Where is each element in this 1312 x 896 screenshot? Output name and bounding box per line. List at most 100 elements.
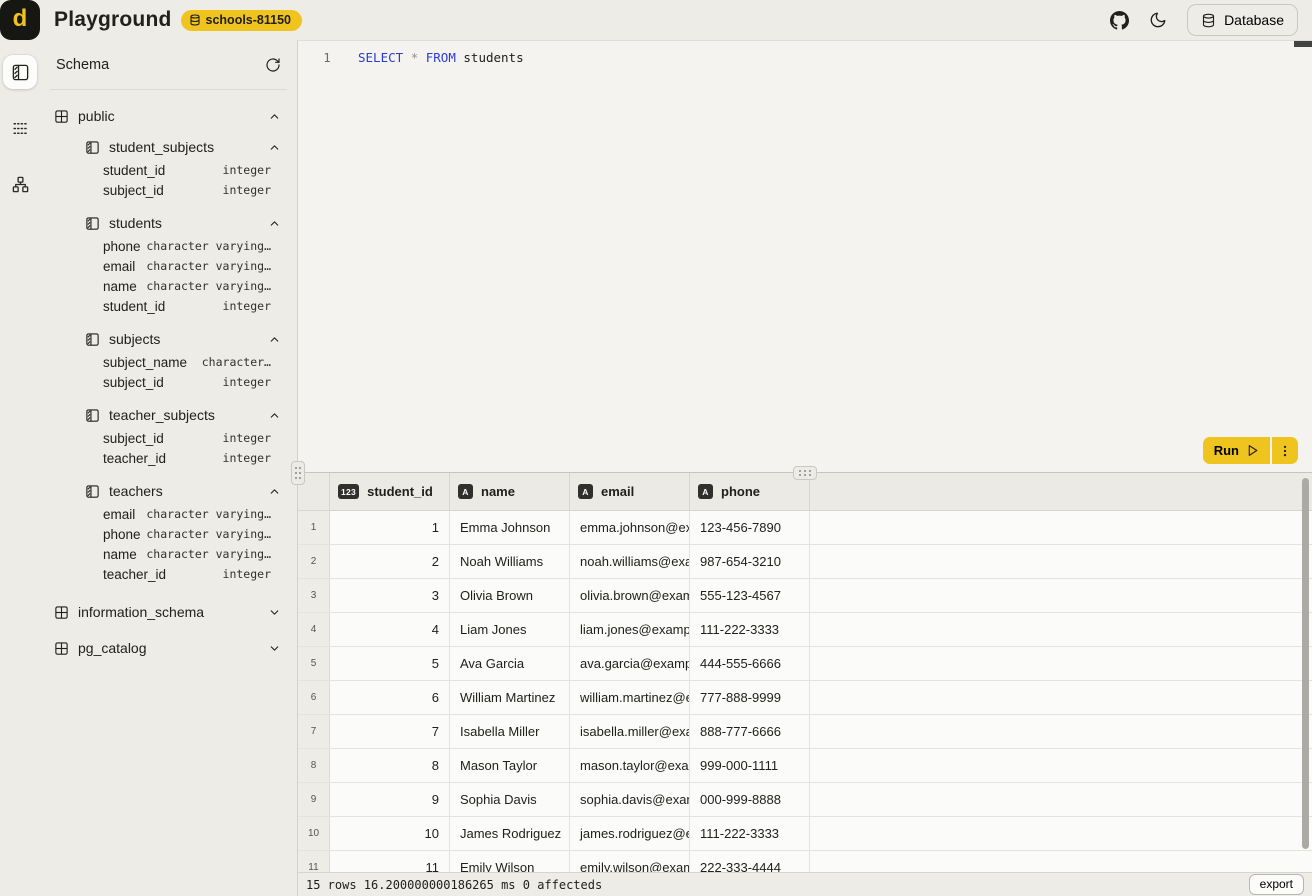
cell-name[interactable]: Emily Wilson — [450, 851, 570, 872]
column-header-name[interactable]: Aname — [450, 473, 570, 510]
cell-student-id[interactable]: 2 — [330, 545, 450, 578]
cell-phone[interactable]: 123-456-7890 — [690, 511, 810, 544]
column-type: integer — [223, 375, 271, 389]
table-item-student_subjects[interactable]: student_subjects — [44, 134, 287, 160]
cell-email[interactable]: ava.garcia@example.com — [570, 647, 690, 680]
cell-phone[interactable]: 777-888-9999 — [690, 681, 810, 714]
table-icon — [85, 140, 100, 155]
column-header-student_id[interactable]: 123student_id — [330, 473, 450, 510]
cell-phone[interactable]: 111-222-3333 — [690, 817, 810, 850]
cell-student-id[interactable]: 8 — [330, 749, 450, 782]
cell-email[interactable]: noah.williams@example.com — [570, 545, 690, 578]
row-number-cell[interactable]: 8 — [298, 749, 330, 782]
row-number-cell[interactable]: 4 — [298, 613, 330, 646]
row-number-cell[interactable]: 1 — [298, 511, 330, 544]
database-badge[interactable]: schools-81150 — [181, 10, 302, 31]
row-number-cell[interactable]: 2 — [298, 545, 330, 578]
sidebar-splitter-handle[interactable] — [291, 461, 305, 485]
row-number-cell[interactable]: 3 — [298, 579, 330, 612]
run-button[interactable]: Run — [1203, 437, 1270, 464]
cell-student-id[interactable]: 6 — [330, 681, 450, 714]
cell-email[interactable]: sophia.davis@example.com — [570, 783, 690, 816]
run-options-button[interactable] — [1272, 437, 1298, 464]
results-body: 11Emma Johnsonemma.johnson@example.com12… — [298, 511, 1312, 872]
list-view-button[interactable] — [3, 111, 37, 145]
table-icon — [85, 140, 100, 155]
cell-name[interactable]: Liam Jones — [450, 613, 570, 646]
cell-name[interactable]: Emma Johnson — [450, 511, 570, 544]
cell-phone[interactable]: 555-123-4567 — [690, 579, 810, 612]
table-name: teachers — [109, 483, 163, 499]
refresh-icon[interactable] — [265, 57, 281, 73]
row-filler — [810, 545, 1312, 578]
cell-phone[interactable]: 444-555-6666 — [690, 647, 810, 680]
editor-scrollbar[interactable] — [1294, 41, 1312, 47]
cell-student-id[interactable]: 11 — [330, 851, 450, 872]
database-button[interactable]: Database — [1187, 4, 1298, 36]
row-number-cell[interactable]: 7 — [298, 715, 330, 748]
sql-editor[interactable]: 1 SELECT * FROM students Run — [298, 41, 1312, 472]
cell-phone[interactable]: 888-777-6666 — [690, 715, 810, 748]
cell-student-id[interactable]: 10 — [330, 817, 450, 850]
cell-name[interactable]: Noah Williams — [450, 545, 570, 578]
cell-student-id[interactable]: 9 — [330, 783, 450, 816]
table-item-students[interactable]: students — [44, 210, 287, 236]
results-scrollbar-thumb[interactable] — [1302, 478, 1309, 849]
row-number-cell[interactable]: 6 — [298, 681, 330, 714]
cell-name[interactable]: Sophia Davis — [450, 783, 570, 816]
github-icon[interactable] — [1110, 11, 1129, 30]
list-icon — [11, 119, 30, 138]
table-icon — [85, 484, 100, 499]
column-type: integer — [223, 451, 271, 465]
sql-statement[interactable]: SELECT * FROM students — [356, 50, 524, 65]
schema-item-pg_catalog[interactable]: pg_catalog — [44, 634, 287, 662]
cell-student-id[interactable]: 3 — [330, 579, 450, 612]
cell-phone[interactable]: 000-999-8888 — [690, 783, 810, 816]
cell-name[interactable]: William Martinez — [450, 681, 570, 714]
row-number-cell[interactable]: 5 — [298, 647, 330, 680]
cell-name[interactable]: Isabella Miller — [450, 715, 570, 748]
cell-student-id[interactable]: 4 — [330, 613, 450, 646]
cell-phone[interactable]: 999-000-1111 — [690, 749, 810, 782]
column-name: email — [103, 507, 135, 522]
cell-email[interactable]: mason.taylor@example.com — [570, 749, 690, 782]
cell-phone[interactable]: 222-333-4444 — [690, 851, 810, 872]
column-name: name — [103, 547, 137, 562]
schema-view-button[interactable] — [3, 55, 37, 89]
cell-email[interactable]: olivia.brown@example.com — [570, 579, 690, 612]
editor-results-splitter-handle[interactable] — [793, 466, 817, 480]
cell-student-id[interactable]: 5 — [330, 647, 450, 680]
chevron-up-icon — [268, 485, 287, 498]
row-number-cell[interactable]: 10 — [298, 817, 330, 850]
diagram-view-button[interactable] — [3, 167, 37, 201]
cell-email[interactable]: isabella.miller@example.com — [570, 715, 690, 748]
schema-item-information_schema[interactable]: information_schema — [44, 598, 287, 626]
chevron-up-icon — [268, 409, 287, 422]
row-number-cell[interactable]: 11 — [298, 851, 330, 872]
table-item-teachers[interactable]: teachers — [44, 478, 287, 504]
cell-email[interactable]: emily.wilson@example.com — [570, 851, 690, 872]
row-number-cell[interactable]: 9 — [298, 783, 330, 816]
table-item-subjects[interactable]: subjects — [44, 326, 287, 352]
dark-mode-moon-icon[interactable] — [1149, 11, 1167, 29]
database-badge-label: schools-81150 — [206, 13, 291, 27]
column-header-email[interactable]: Aemail — [570, 473, 690, 510]
table-row: 99Sophia Davissophia.davis@example.com00… — [298, 783, 1312, 817]
cell-name[interactable]: Ava Garcia — [450, 647, 570, 680]
schema-item-public[interactable]: public — [44, 102, 287, 130]
cell-name[interactable]: James Rodriguez — [450, 817, 570, 850]
cell-phone[interactable]: 987-654-3210 — [690, 545, 810, 578]
table-item-teacher_subjects[interactable]: teacher_subjects — [44, 402, 287, 428]
cell-email[interactable]: emma.johnson@example.com — [570, 511, 690, 544]
cell-email[interactable]: james.rodriguez@example.com — [570, 817, 690, 850]
column-item-teachers-email: emailcharacter varying… — [44, 504, 287, 524]
column-header-phone[interactable]: Aphone — [690, 473, 810, 510]
cell-name[interactable]: Olivia Brown — [450, 579, 570, 612]
cell-name[interactable]: Mason Taylor — [450, 749, 570, 782]
cell-email[interactable]: liam.jones@example.com — [570, 613, 690, 646]
cell-student-id[interactable]: 7 — [330, 715, 450, 748]
cell-phone[interactable]: 111-222-3333 — [690, 613, 810, 646]
cell-student-id[interactable]: 1 — [330, 511, 450, 544]
cell-email[interactable]: william.martinez@example.com — [570, 681, 690, 714]
export-button[interactable]: export — [1249, 874, 1304, 895]
